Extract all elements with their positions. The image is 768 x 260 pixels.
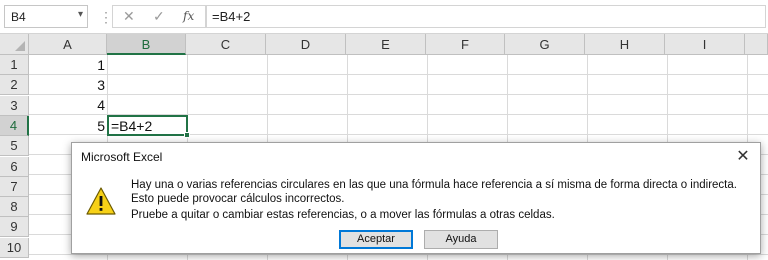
ok-button[interactable]: Aceptar [339, 230, 413, 249]
fill-handle[interactable] [184, 132, 190, 138]
cancel-icon[interactable]: ✕ [123, 8, 135, 25]
enter-icon[interactable]: ✓ [153, 8, 165, 25]
row-header-2[interactable]: 2 [0, 75, 29, 96]
row-header-8[interactable]: 8 [0, 197, 29, 218]
column-header-h[interactable]: H [585, 34, 665, 55]
formula-bar-buttons: ✕ ✓ fx [112, 5, 206, 28]
cell-a1[interactable]: 1 [29, 55, 105, 75]
warning-icon [86, 187, 116, 215]
column-header-a[interactable]: A [29, 34, 107, 55]
formula-bar-grip[interactable]: ⋮ [99, 8, 113, 26]
row-header-9[interactable]: 9 [0, 217, 29, 238]
row-header-7[interactable]: 7 [0, 176, 29, 197]
name-box[interactable]: B4 ▾ [4, 5, 88, 28]
row-header-3[interactable]: 3 [0, 95, 29, 116]
formula-bar: B4 ▾ ⋮ ✕ ✓ fx =B4+2 [0, 0, 768, 34]
column-header-d[interactable]: D [266, 34, 346, 55]
row-header-6[interactable]: 6 [0, 156, 29, 177]
dialog-message: Hay una o varias referencias circulares … [131, 179, 737, 205]
help-button[interactable]: Ayuda [424, 230, 498, 249]
active-cell-border [107, 115, 190, 138]
column-header-filler [745, 34, 768, 55]
formula-input[interactable]: =B4+2 [206, 5, 766, 28]
dialog-title: Microsoft Excel [81, 150, 163, 164]
dialog-hint: Pruebe a quitar o cambiar estas referenc… [131, 209, 555, 221]
row-header-1[interactable]: 1 [0, 55, 29, 75]
insert-function-icon[interactable]: fx [183, 9, 194, 23]
close-icon[interactable]: ✕ [735, 146, 751, 166]
column-header-i[interactable]: I [665, 34, 745, 55]
select-all-button[interactable] [0, 34, 29, 55]
row-header-4[interactable]: 4 [0, 115, 29, 136]
cell-a3[interactable]: 4 [29, 95, 105, 115]
name-box-value: B4 [11, 10, 26, 24]
column-header-f[interactable]: F [426, 34, 505, 55]
row-header-5[interactable]: 5 [0, 136, 29, 157]
chevron-down-icon[interactable]: ▾ [78, 9, 83, 20]
circular-reference-dialog: Microsoft Excel ✕ Hay una o varias refer… [71, 142, 761, 254]
row-header-10[interactable]: 10 [0, 237, 29, 258]
column-header-c[interactable]: C [186, 34, 266, 55]
cell-a2[interactable]: 3 [29, 75, 105, 95]
column-header-g[interactable]: G [505, 34, 585, 55]
column-header-e[interactable]: E [346, 34, 426, 55]
cell-a4[interactable]: 5 [29, 116, 105, 136]
column-header-b[interactable]: B [107, 34, 186, 55]
